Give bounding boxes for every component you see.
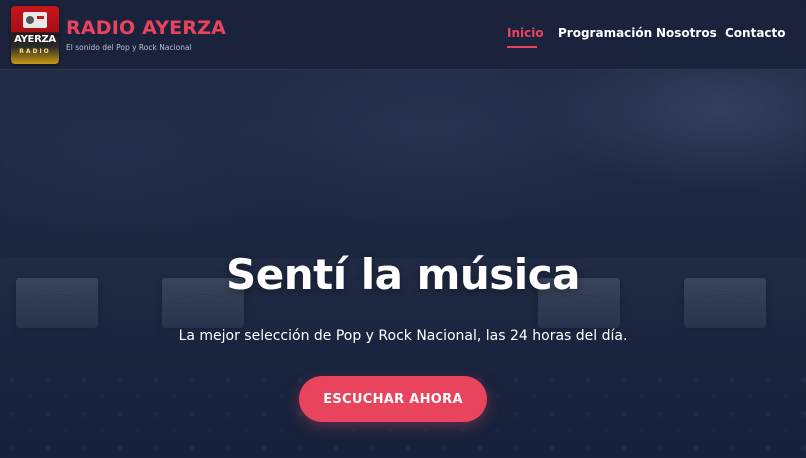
- listen-now-button[interactable]: ESCUCHAR AHORA: [299, 376, 487, 422]
- nav-item-contacto[interactable]: Contacto: [725, 26, 786, 40]
- nav-item-inicio[interactable]: Inicio: [507, 26, 544, 40]
- nav-item-programacion[interactable]: Programación: [558, 26, 652, 40]
- site-header: AYERZA RADIO RADIO AYERZA El sonido del …: [0, 0, 806, 70]
- main-nav: Inicio Programación Nosotros Contacto: [0, 26, 806, 50]
- nav-item-nosotros[interactable]: Nosotros: [656, 26, 717, 40]
- hero-subtitle: La mejor selección de Pop y Rock Naciona…: [178, 328, 628, 344]
- page: AYERZA RADIO RADIO AYERZA El sonido del …: [0, 0, 806, 458]
- hero-title: Sentí la música: [226, 250, 580, 299]
- active-nav-indicator: [507, 46, 537, 48]
